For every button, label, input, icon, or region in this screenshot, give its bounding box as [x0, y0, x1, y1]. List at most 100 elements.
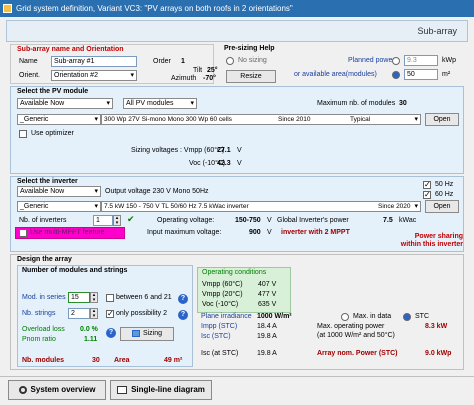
- subarray-panel: Sub-array name and Orientation Name Sub-…: [10, 44, 218, 84]
- pvmodule-panel: Select the PV module Available Now All P…: [10, 86, 464, 174]
- nb-strings-input[interactable]: 2: [68, 308, 90, 319]
- stc-label: STC: [415, 313, 429, 320]
- inverter-availability-select[interactable]: Available Now: [17, 186, 101, 197]
- global-power-label: Global Inverter's power: [277, 217, 349, 224]
- array-area-label: Area: [114, 357, 130, 364]
- pvmodule-availability-value: Available Now: [20, 100, 65, 107]
- irradiance-value: 1000 W/m²: [257, 313, 292, 320]
- nb-strings-label: Nb. strings: [22, 310, 56, 317]
- no-sizing-radio[interactable]: [226, 57, 234, 65]
- inverter-since: Since 2020: [378, 203, 411, 210]
- sizing-button[interactable]: Sizing: [120, 327, 174, 341]
- sizing-button-label: Sizing: [142, 330, 163, 337]
- help-icon[interactable]: ?: [106, 328, 116, 338]
- vmpp20-value: 477 V: [258, 291, 277, 298]
- tilt-value: 25°: [207, 67, 218, 74]
- vmpp20-label: Vmpp (20°C): [202, 291, 243, 298]
- multi-mppt-checkbox[interactable]: [19, 229, 27, 237]
- sizing-button-icon: [131, 329, 140, 337]
- between-checkbox[interactable]: [106, 294, 114, 302]
- presizing-title: Pre-sizing Help: [224, 45, 275, 52]
- overload-label: Overload loss: [22, 326, 65, 333]
- vmpp-sizing-label: Sizing voltages : Vmpp (60°C): [131, 147, 225, 154]
- single-line-diagram-button[interactable]: Single-line diagram: [110, 380, 212, 400]
- voc-sizing-unit: V: [237, 160, 242, 167]
- system-overview-label: System overview: [30, 385, 96, 394]
- help-icon[interactable]: ?: [178, 310, 188, 320]
- orientation-select[interactable]: Orientation #2: [51, 70, 137, 81]
- inverter-open-button[interactable]: Open: [425, 200, 459, 213]
- multi-mppt-label: Use multi-MPPT feature: [30, 229, 105, 236]
- use-optimizer-label: Use optimizer: [31, 130, 74, 137]
- magnifier-icon: [18, 385, 27, 394]
- vmpp-sizing-unit: V: [237, 147, 242, 154]
- only-possibility-label: only possibility 2: [116, 310, 167, 317]
- name-label: Name: [19, 58, 38, 65]
- nb-inverters-spin[interactable]: ▴ ▾: [113, 215, 121, 226]
- nb-strings-spin[interactable]: ▴ ▾: [90, 308, 98, 319]
- single-line-diagram-label: Single-line diagram: [131, 385, 205, 394]
- voc-sizing-value: 42.3: [217, 160, 231, 167]
- nb-inverters-input[interactable]: 1: [93, 215, 113, 226]
- max-data-radio[interactable]: [341, 313, 349, 321]
- isc-at-stc-label: Isc (at STC): [201, 350, 239, 357]
- max-op-power-label: Max. operating power: [317, 323, 385, 330]
- planned-power-label: Planned power: [348, 57, 395, 64]
- page-header: Sub-array: [6, 20, 468, 42]
- stc-radio[interactable]: [403, 313, 411, 321]
- multi-mppt-highlight[interactable]: Use multi-MPPT feature: [15, 227, 125, 239]
- azimuth-label: Azimuth: [171, 75, 197, 82]
- orientation-select-value: Orientation #2: [54, 72, 98, 79]
- system-overview-button[interactable]: System overview: [8, 380, 106, 400]
- planned-power-radio[interactable]: [392, 57, 400, 65]
- help-icon[interactable]: ?: [178, 294, 188, 304]
- between-label: between 6 and 21: [116, 294, 172, 301]
- use-optimizer-checkbox[interactable]: [19, 130, 27, 138]
- pvmodule-model-value: 300 Wp 27V Si-mono Mono 300 Wp 60 cells: [104, 116, 232, 123]
- pvmodule-availability-select[interactable]: Available Now: [17, 98, 113, 109]
- inverter-panel: Select the inverter Available Now Output…: [10, 176, 464, 252]
- area-radio[interactable]: [392, 71, 400, 79]
- pvmodule-model-select[interactable]: 300 Wp 27V Si-mono Mono 300 Wp 60 cells …: [101, 114, 421, 125]
- nb-modules-label: Nb. modules: [22, 357, 65, 364]
- input-max-label: Input maximum voltage:: [147, 229, 222, 236]
- area-input[interactable]: 50: [404, 69, 438, 80]
- output-voltage-label: Output voltage 230 V Mono 50Hz: [105, 188, 209, 195]
- overload-value: 0.0 %: [80, 326, 98, 333]
- max-op-power-value: 8.3 kW: [425, 323, 448, 330]
- operating-conditions-box: Operating conditions Vmpp (60°C) 407 V V…: [197, 267, 291, 313]
- inverter-model-select[interactable]: 7.5 kW 150 - 750 V TL 50/60 Hz 7.5 kWac …: [101, 201, 421, 212]
- pvmodule-type-select[interactable]: All PV modules: [123, 98, 197, 109]
- modules-strings-title: Number of modules and strings: [22, 267, 128, 274]
- pvmodule-open-button[interactable]: Open: [425, 113, 459, 126]
- operating-voltage-label: Operating voltage:: [157, 217, 215, 224]
- global-power-value: 7.5: [383, 217, 393, 224]
- mod-series-input[interactable]: 15: [68, 292, 90, 303]
- hz60-checkbox[interactable]: [423, 190, 431, 199]
- isc-label: Isc (STC): [201, 333, 231, 340]
- resize-button-label: Resize: [240, 73, 262, 80]
- array-area-value: 49 m²: [164, 357, 183, 364]
- voc10-value: 635 V: [258, 301, 277, 308]
- only-possibility-checkbox[interactable]: [106, 309, 114, 318]
- order-label: Order: [153, 58, 171, 65]
- planned-power-input[interactable]: 9.3: [404, 55, 438, 66]
- max-op-power-note: (at 1000 W/m² and 50°C): [317, 332, 395, 339]
- inverter-model-value: 7.5 kW 150 - 750 V TL 50/60 Hz 7.5 kWac …: [104, 203, 249, 210]
- pvmodule-manufacturer-select[interactable]: _Generic: [17, 114, 101, 125]
- input-max-value: 900: [249, 229, 261, 236]
- inverter-ok-check: ✔: [127, 214, 135, 224]
- subarray-name-input[interactable]: Sub-array #1: [51, 56, 137, 67]
- max-modules-label: Maximum nb. of modules: [317, 100, 396, 107]
- diagram-icon: [117, 385, 128, 394]
- inverter-manufacturer-select[interactable]: _Generic: [17, 201, 101, 212]
- voc10-label: Voc (-10°C): [202, 301, 239, 308]
- mod-series-spin[interactable]: ▴ ▾: [90, 292, 98, 303]
- design-section-title: Design the array: [17, 256, 72, 263]
- hz50-checkbox[interactable]: [423, 180, 431, 189]
- hz60-label: 60 Hz: [435, 191, 454, 198]
- resize-button[interactable]: Resize: [226, 70, 276, 83]
- pvmodule-typical: Typical: [350, 116, 371, 123]
- hz50-label: 50 Hz: [435, 181, 454, 188]
- planned-power-unit: kWp: [442, 57, 456, 64]
